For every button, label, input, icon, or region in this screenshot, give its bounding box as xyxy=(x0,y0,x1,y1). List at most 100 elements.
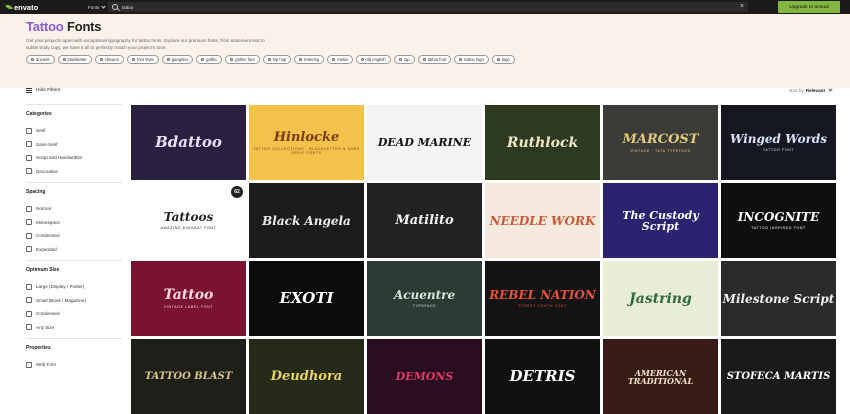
filter-checkbox[interactable] xyxy=(26,154,32,161)
tag-list: ancient blackletter chicano font style gangs… xyxy=(26,55,824,64)
page-description: Get your projects apart with exceptional… xyxy=(26,38,265,50)
tag-chip[interactable]: lettering xyxy=(294,55,325,64)
envato-logo[interactable]: envato xyxy=(5,2,82,12)
tag-label: hip hop xyxy=(272,57,287,62)
font-card[interactable]: REBEL NATION Street Youth Font xyxy=(485,261,600,336)
font-card[interactable]: Tattoos Amazing Dingbat Font 62 xyxy=(131,183,246,258)
tag-chip[interactable]: old english xyxy=(355,55,391,64)
font-card[interactable]: Bdattoo xyxy=(131,105,246,180)
filter-option-label: Large (Display / Poster) xyxy=(36,284,85,290)
search-icon xyxy=(31,58,34,61)
font-card[interactable]: Hinlocke Tattoo Collections · Blackletter… xyxy=(249,105,364,180)
font-card[interactable]: INCOGNITE Tattoo Inspired Font xyxy=(721,183,836,258)
tag-chip[interactable]: ancient xyxy=(26,55,55,64)
font-card[interactable]: TATTOO BLAST xyxy=(131,339,246,414)
upgrade-button[interactable]: Upgrade to annual xyxy=(778,1,840,13)
font-card-title: DETRIS xyxy=(509,367,576,385)
font-card[interactable]: DETRIS xyxy=(485,339,600,414)
filter-checkbox[interactable] xyxy=(26,361,32,368)
filter-option-label: Condensed xyxy=(36,233,60,239)
font-card[interactable]: AMERICAN TRADITIONAL xyxy=(603,339,718,414)
font-card[interactable]: Jastring xyxy=(603,261,718,336)
font-card[interactable]: MARCOST Vintage · Tata Typeface xyxy=(603,105,718,180)
tag-label: old english xyxy=(365,57,386,62)
font-card[interactable]: Ruthlock xyxy=(485,105,600,180)
filter-option-label: Any Size xyxy=(36,324,55,330)
filter-option[interactable]: Expanded xyxy=(26,243,122,257)
search-icon xyxy=(496,58,500,61)
filter-option[interactable]: Condensed xyxy=(26,229,122,243)
filter-option[interactable]: Monospace xyxy=(26,216,122,230)
filter-option[interactable]: Any Size xyxy=(26,321,122,335)
filter-icon xyxy=(26,88,32,93)
font-card[interactable]: NEEDLE WORK xyxy=(485,183,600,258)
filter-option[interactable]: Small (Book / Magazine) xyxy=(26,294,122,308)
tag-chip[interactable]: chicano xyxy=(94,55,125,64)
tag-chip[interactable]: tattoo font xyxy=(417,55,452,64)
filter-checkbox[interactable] xyxy=(26,127,32,134)
filter-checkbox[interactable] xyxy=(26,297,32,304)
filter-checkbox[interactable] xyxy=(26,141,32,148)
hide-filters-button[interactable]: Hide Filters xyxy=(26,88,60,93)
font-card[interactable]: STOFECA MARTIS xyxy=(721,339,836,414)
filter-option[interactable]: Script and Handwritten xyxy=(26,151,122,165)
filter-option[interactable]: Large (Display / Poster) xyxy=(26,280,122,294)
tag-chip[interactable]: logo xyxy=(491,55,515,64)
tag-chip[interactable]: gangster xyxy=(161,55,194,64)
close-icon[interactable]: × xyxy=(740,3,744,11)
filter-option[interactable]: Decorative xyxy=(26,165,122,179)
font-card[interactable]: Milestone Script xyxy=(721,261,836,336)
font-card-title: Black Angela xyxy=(262,213,351,228)
font-card[interactable]: Black Angela xyxy=(249,183,364,258)
tag-chip[interactable]: tattoo logo xyxy=(454,55,489,64)
font-card-title: The Custody Script xyxy=(622,208,699,233)
filter-checkbox[interactable] xyxy=(26,205,32,212)
tag-label: blackletter xyxy=(67,57,87,62)
tag-chip[interactable]: hip hop xyxy=(262,55,292,64)
search-bar[interactable]: × xyxy=(108,2,748,12)
font-card[interactable]: DEMONS xyxy=(367,339,482,414)
logo-text: envato xyxy=(14,2,39,12)
filter-option[interactable]: Condensed xyxy=(26,307,122,321)
font-card-title: Deudhora xyxy=(270,369,343,384)
filter-checkbox[interactable] xyxy=(26,310,32,317)
tag-label: ancient xyxy=(36,57,50,62)
filter-option-label: Web Font xyxy=(36,362,56,368)
filter-checkbox[interactable] xyxy=(26,168,32,175)
font-card[interactable]: Matilito xyxy=(367,183,482,258)
filter-checkbox[interactable] xyxy=(26,232,32,239)
filter-checkbox[interactable] xyxy=(26,283,32,290)
tag-chip[interactable]: gothic font xyxy=(225,55,260,64)
font-card[interactable]: Acuentre Typeface xyxy=(367,261,482,336)
chevron-down-icon xyxy=(828,87,833,92)
results-controls: Hide Filters Sort by Relevant xyxy=(0,87,850,100)
font-card[interactable]: DEAD MARINE xyxy=(367,105,482,180)
font-card-subtitle: Typeface xyxy=(412,304,437,308)
tag-chip[interactable]: font style xyxy=(127,55,159,64)
filter-checkbox[interactable] xyxy=(26,219,32,226)
filter-option-label: Sans-Serif xyxy=(36,141,58,147)
sort-select[interactable]: Sort by Relevant xyxy=(789,87,833,93)
tag-chip[interactable]: metal xyxy=(327,55,353,64)
search-icon xyxy=(398,58,402,61)
filter-option[interactable]: Sans-Serif xyxy=(26,138,122,152)
filter-option[interactable]: Web Font xyxy=(26,358,122,372)
search-icon xyxy=(99,58,103,61)
tag-chip[interactable]: rap xyxy=(393,55,415,64)
filter-option[interactable]: Normal xyxy=(26,202,122,216)
font-card[interactable]: Deudhora xyxy=(249,339,364,414)
tag-chip[interactable]: blackletter xyxy=(57,55,92,64)
font-card[interactable]: Winged Words Tattoo Font xyxy=(721,105,836,180)
filter-option[interactable]: Serif xyxy=(26,124,122,138)
font-card[interactable]: The Custody Script xyxy=(603,183,718,258)
font-card[interactable]: EXOTI xyxy=(249,261,364,336)
filter-checkbox[interactable] xyxy=(26,246,32,253)
font-card[interactable]: Tattoo Vintage label font xyxy=(131,261,246,336)
filter-checkbox[interactable] xyxy=(26,324,32,331)
page-title: Tattoo Fonts xyxy=(26,19,824,34)
filter-group-title: Properties xyxy=(26,345,51,351)
tag-chip[interactable]: gothic xyxy=(196,55,223,64)
filter-option-label: Small (Book / Magazine) xyxy=(36,297,87,303)
filter-option-label: Condensed xyxy=(36,311,60,317)
search-input[interactable] xyxy=(122,4,682,10)
